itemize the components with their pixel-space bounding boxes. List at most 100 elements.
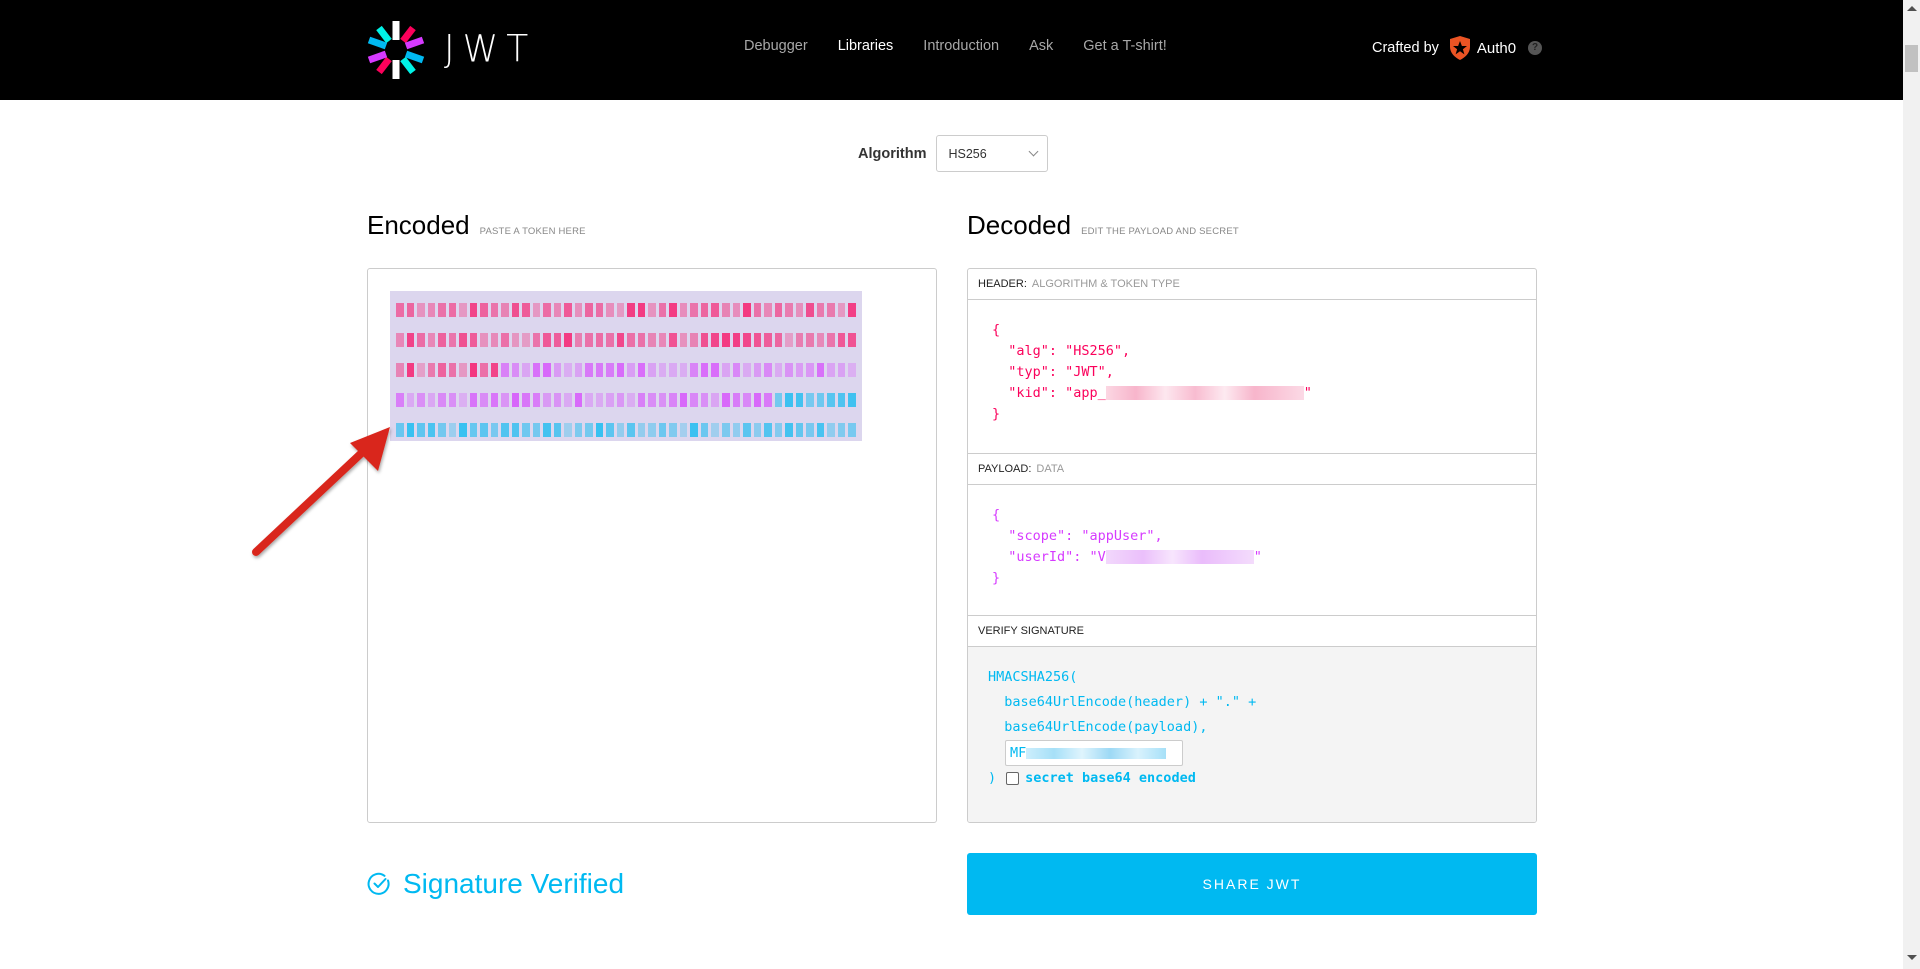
code-line: "alg": "HS256",	[992, 343, 1131, 359]
redacted-pixel	[616, 333, 625, 347]
redacted-pixel	[616, 363, 625, 377]
redacted-pixel	[595, 333, 604, 347]
redacted-secret	[1026, 747, 1167, 759]
redacted-pixel	[721, 303, 730, 317]
redacted-pixel	[816, 303, 825, 317]
payload-json-editor[interactable]: { "scope": "appUser", "userId": "V " }	[968, 485, 1536, 616]
redacted-pixel	[658, 423, 667, 437]
crafted-by: Crafted by Auth0 ?	[1372, 36, 1543, 60]
redacted-pixel	[564, 423, 572, 437]
decoded-title: Decoded	[967, 210, 1072, 240]
redacted-pixel	[427, 303, 436, 317]
auth0-shield-icon[interactable]	[1449, 36, 1471, 60]
redacted-token-row	[396, 295, 856, 325]
redacted-pixel	[795, 393, 804, 407]
redacted-pixel	[396, 333, 404, 347]
redacted-pixel	[658, 303, 667, 317]
signature-status: Signature Verified	[367, 868, 624, 900]
redacted-pixel	[827, 423, 835, 437]
scrollbar-thumb[interactable]	[1905, 45, 1918, 72]
redacted-pixel	[658, 333, 667, 347]
redacted-pixel	[532, 303, 541, 317]
kid-prefix: "kid": "app_	[992, 385, 1106, 401]
redacted-pixel	[606, 423, 614, 437]
redacted-pixel	[648, 333, 656, 347]
encoded-token-input[interactable]	[367, 268, 937, 823]
jwt-logo[interactable]: JWT	[366, 20, 536, 80]
redacted-pixel	[711, 333, 719, 347]
redacted-pixel	[501, 333, 509, 347]
redacted-pixel	[785, 303, 793, 317]
nav-debugger[interactable]: Debugger	[744, 38, 808, 54]
redacted-userid	[1105, 550, 1254, 564]
header-json-editor[interactable]: { "alg": "HS256", "typ": "JWT", "kid": "…	[968, 300, 1536, 454]
secret-base64-label[interactable]: secret base64 encoded	[1025, 766, 1196, 791]
redacted-pixel	[627, 303, 635, 317]
redacted-pixel	[679, 423, 688, 437]
redacted-pixel	[648, 393, 656, 407]
share-jwt-button[interactable]: SHARE JWT	[967, 853, 1537, 915]
header-sublabel: ALGORITHM & TOKEN TYPE	[1031, 278, 1180, 290]
redacted-pixel	[438, 393, 446, 407]
redacted-pixel	[627, 363, 635, 377]
verify-label: VERIFY SIGNATURE	[978, 625, 1084, 637]
scroll-up-arrow-icon[interactable]	[1907, 6, 1917, 11]
nav-introduction[interactable]: Introduction	[923, 38, 999, 54]
secret-base64-checkbox[interactable]	[1006, 772, 1020, 785]
kid-suffix: "	[1303, 385, 1312, 401]
redacted-pixel	[543, 363, 551, 377]
redacted-pixel	[511, 303, 520, 317]
redacted-pixel	[743, 303, 751, 317]
redacted-pixel	[658, 363, 667, 377]
redacted-pixel	[848, 303, 856, 317]
redacted-pixel	[406, 333, 415, 347]
redacted-pixel	[721, 333, 730, 347]
redacted-pixel	[753, 303, 762, 317]
redacted-pixel	[743, 393, 751, 407]
page-scrollbar[interactable]	[1903, 0, 1920, 969]
redacted-pixel	[553, 303, 562, 317]
code-line: {	[992, 507, 1001, 523]
redacted-pixel	[553, 393, 562, 407]
redacted-pixel	[448, 303, 457, 317]
help-icon[interactable]: ?	[1528, 41, 1543, 55]
redacted-pixel	[669, 363, 677, 377]
algorithm-label: Algorithm	[858, 145, 927, 162]
redacted-pixel	[438, 333, 446, 347]
nav-libraries[interactable]: Libraries	[838, 38, 894, 54]
redacted-pixel	[648, 303, 656, 317]
redacted-pixel	[785, 333, 793, 347]
redacted-pixel	[448, 393, 457, 407]
redacted-pixel	[480, 303, 488, 317]
redacted-token-row	[396, 355, 856, 385]
redacted-pixel	[827, 333, 835, 347]
redacted-pixel	[795, 363, 804, 377]
nav-ask[interactable]: Ask	[1029, 38, 1053, 54]
algorithm-select[interactable]: HS256	[936, 135, 1049, 172]
redacted-pixel	[448, 333, 457, 347]
encoded-token-redacted	[390, 291, 862, 441]
redacted-pixel	[501, 393, 509, 407]
redacted-pixel	[543, 303, 551, 317]
redacted-pixel	[564, 333, 572, 347]
redacted-pixel	[417, 303, 425, 317]
redacted-pixel	[543, 423, 551, 437]
redacted-pixel	[417, 363, 425, 377]
redacted-pixel	[543, 333, 551, 347]
scroll-down-arrow-icon[interactable]	[1907, 955, 1917, 960]
header-label: HEADER:	[978, 278, 1027, 290]
redacted-pixel	[406, 423, 415, 437]
redacted-pixel	[585, 303, 593, 317]
redacted-pixel	[480, 423, 488, 437]
secret-input[interactable]: MF	[1005, 740, 1183, 766]
redacted-pixel	[459, 333, 467, 347]
redacted-pixel	[448, 363, 457, 377]
decoded-heading: Decoded EDIT THE PAYLOAD AND SECRET	[967, 210, 1239, 241]
auth0-brand[interactable]: Auth0	[1477, 40, 1516, 57]
nav-get-tshirt[interactable]: Get a T-shirt!	[1083, 38, 1167, 54]
redacted-pixel	[564, 393, 572, 407]
redacted-pixel	[774, 363, 783, 377]
redacted-pixel	[774, 393, 783, 407]
top-navbar: JWT Debugger Libraries Introduction Ask …	[0, 0, 1903, 100]
algorithm-selected-value: HS256	[948, 146, 987, 161]
